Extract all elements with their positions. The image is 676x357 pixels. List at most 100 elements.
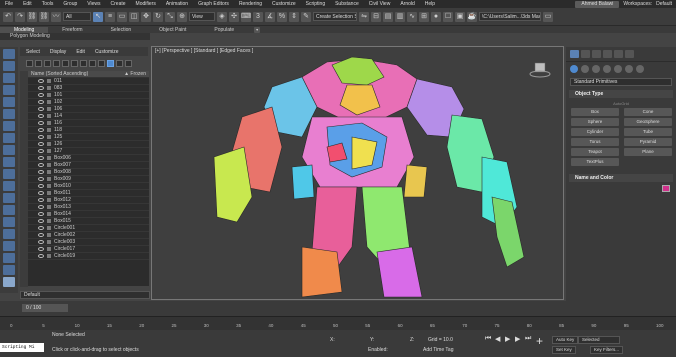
placement-icon[interactable]: ⊕ — [177, 11, 187, 22]
visibility-eye-icon[interactable] — [38, 233, 44, 237]
visibility-eye-icon[interactable] — [38, 184, 44, 188]
menu-select[interactable]: Select — [26, 49, 40, 55]
toggle-layer-explorer-icon[interactable]: ▥ — [395, 11, 405, 22]
menu-group[interactable]: Group — [58, 1, 82, 7]
create-torus-button[interactable]: Torus — [571, 138, 619, 146]
explorer-tool-icon[interactable] — [116, 60, 123, 67]
explorer-tool-icon[interactable] — [125, 60, 132, 67]
list-item[interactable]: 106 — [28, 106, 149, 113]
workspace-dropdown[interactable]: Default — [656, 1, 672, 7]
visibility-eye-icon[interactable] — [38, 177, 44, 181]
create-plane-button[interactable]: Plane — [624, 148, 672, 156]
display-geometry-icon[interactable] — [3, 85, 15, 95]
list-item[interactable]: Circle001 — [28, 225, 149, 232]
menu-views[interactable]: Views — [82, 1, 105, 7]
display-invert-icon[interactable] — [3, 73, 15, 83]
rotate-icon[interactable]: ↻ — [153, 11, 163, 22]
select-by-name-icon[interactable]: ≡ — [105, 11, 115, 22]
display-none-icon[interactable] — [3, 49, 15, 59]
tab-object-paint[interactable]: Object Paint — [145, 27, 200, 33]
create-box-button[interactable]: Box — [571, 108, 619, 116]
visibility-eye-icon[interactable] — [38, 135, 44, 139]
utilities-tab-icon[interactable] — [625, 50, 634, 58]
pin-icon[interactable] — [3, 277, 15, 287]
user-account-button[interactable]: Ahmed Balawi — [575, 0, 620, 8]
visibility-eye-icon[interactable] — [38, 212, 44, 216]
render-production-icon[interactable]: ☕ — [467, 11, 477, 22]
selection-filter-dropdown[interactable]: All — [63, 12, 91, 21]
menu-rendering[interactable]: Rendering — [234, 1, 267, 7]
visibility-eye-icon[interactable] — [38, 156, 44, 160]
shapes-icon[interactable] — [581, 65, 589, 73]
keyboard-shortcut-icon[interactable]: ⌨ — [241, 11, 251, 22]
menu-customize[interactable]: Customize — [95, 49, 119, 55]
move-icon[interactable]: ✥ — [141, 11, 151, 22]
create-pyramid-button[interactable]: Pyramid — [624, 138, 672, 146]
visibility-eye-icon[interactable] — [38, 114, 44, 118]
viewcube-icon[interactable] — [529, 62, 551, 78]
explorer-tool-icon[interactable] — [80, 60, 87, 67]
helpers-icon[interactable] — [614, 65, 622, 73]
explorer-tool-icon[interactable] — [35, 60, 42, 67]
menu-tools[interactable]: Tools — [37, 1, 59, 7]
tab-freeform[interactable]: Freeform — [48, 27, 96, 33]
systems-icon[interactable] — [636, 65, 644, 73]
cameras-icon[interactable] — [603, 65, 611, 73]
sync-selection-icon[interactable] — [3, 253, 15, 263]
menu-help[interactable]: Help — [420, 1, 440, 7]
angle-snap-icon[interactable]: ∡ — [265, 11, 275, 22]
snaps-toggle-icon[interactable]: 3 — [253, 11, 263, 22]
list-item[interactable]: Box015 — [28, 218, 149, 225]
folder-icon[interactable]: ▭ — [543, 11, 553, 22]
schematic-view-icon[interactable]: ⊞ — [419, 11, 429, 22]
filter-icon[interactable] — [107, 60, 114, 67]
create-textplus-button[interactable]: TextPlus — [571, 158, 619, 166]
visibility-eye-icon[interactable] — [38, 219, 44, 223]
display-cameras-icon[interactable] — [3, 121, 15, 131]
object-type-rollout[interactable]: Object Type — [569, 90, 673, 98]
visibility-eye-icon[interactable] — [38, 254, 44, 258]
unlink-icon[interactable]: ⛓ — [39, 11, 49, 22]
create-sphere-button[interactable]: Sphere — [571, 118, 619, 126]
visibility-eye-icon[interactable] — [38, 93, 44, 97]
list-item[interactable]: 116 — [28, 120, 149, 127]
lights-icon[interactable] — [592, 65, 600, 73]
display-xrefs-icon[interactable] — [3, 169, 15, 179]
next-frame-icon[interactable]: ▶ — [515, 335, 520, 343]
select-object-icon[interactable]: ↖ — [93, 11, 103, 22]
named-selection-dropdown[interactable]: Create Selection Se — [313, 12, 357, 21]
list-item[interactable]: Box009 — [28, 176, 149, 183]
primitive-category-dropdown[interactable]: Standard Primitives — [570, 78, 672, 86]
auto-key-button[interactable]: Auto Key — [552, 336, 579, 344]
list-item[interactable]: Circle003 — [28, 239, 149, 246]
ribbon-options-icon[interactable]: ▾ — [254, 26, 261, 33]
visibility-eye-icon[interactable] — [38, 142, 44, 146]
list-item[interactable]: Box010 — [28, 183, 149, 190]
menu-create[interactable]: Create — [106, 1, 131, 7]
selection-region-icon[interactable]: ▭ — [117, 11, 127, 22]
list-item[interactable]: 118 — [28, 127, 149, 134]
display-groups-icon[interactable] — [3, 157, 15, 167]
reference-coordinate-dropdown[interactable]: View — [189, 12, 215, 21]
spinner-snap-icon[interactable]: ⇕ — [289, 11, 299, 22]
list-item[interactable]: 126 — [28, 141, 149, 148]
menu-civil-view[interactable]: Civil View — [364, 1, 396, 7]
goto-start-icon[interactable]: ⏮ — [485, 335, 491, 343]
visibility-eye-icon[interactable] — [38, 240, 44, 244]
visibility-eye-icon[interactable] — [38, 100, 44, 104]
material-editor-icon[interactable]: ● — [431, 11, 441, 22]
render-setup-icon[interactable]: ☐ — [443, 11, 453, 22]
menu-graph-editors[interactable]: Graph Editors — [193, 1, 234, 7]
list-item[interactable]: Box007 — [28, 162, 149, 169]
list-item[interactable]: 125 — [28, 134, 149, 141]
explorer-tool-icon[interactable] — [71, 60, 78, 67]
percent-snap-icon[interactable]: % — [277, 11, 287, 22]
list-item[interactable]: 101 — [28, 92, 149, 99]
visibility-eye-icon[interactable] — [38, 205, 44, 209]
column-frozen[interactable]: ▲ Frozen — [124, 71, 146, 77]
display-hidden-icon[interactable] — [3, 217, 15, 227]
create-cone-button[interactable]: Cone — [624, 108, 672, 116]
motion-tab-icon[interactable] — [603, 50, 612, 58]
explorer-tool-icon[interactable] — [53, 60, 60, 67]
list-item[interactable]: Box012 — [28, 197, 149, 204]
